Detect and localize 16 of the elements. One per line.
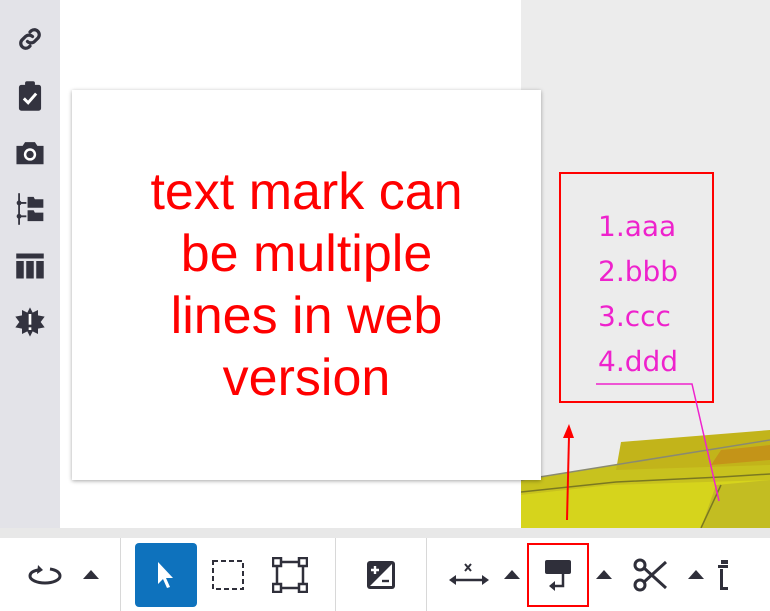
- dimension-arrow-icon: [448, 562, 490, 588]
- scissors-icon: [633, 558, 667, 592]
- table-icon[interactable]: [15, 252, 45, 280]
- pointer-tool[interactable]: [135, 542, 197, 606]
- markup-text: 4.ddd: [598, 344, 678, 380]
- note-icon: [544, 558, 572, 590]
- box-select-icon: [211, 558, 245, 590]
- markup-text: 2.bbb: [598, 254, 678, 290]
- markup-text: 3.ccc: [598, 299, 672, 335]
- alert-burst-icon[interactable]: [14, 306, 46, 338]
- note-tool[interactable]: [527, 542, 589, 606]
- exposure-icon: [366, 560, 396, 590]
- markup-text: 1.aaa: [598, 209, 678, 245]
- transform-icon: [272, 556, 308, 592]
- folder-tree-icon[interactable]: [14, 192, 46, 226]
- note-text: text mark can be multiple lines in web version: [149, 162, 464, 409]
